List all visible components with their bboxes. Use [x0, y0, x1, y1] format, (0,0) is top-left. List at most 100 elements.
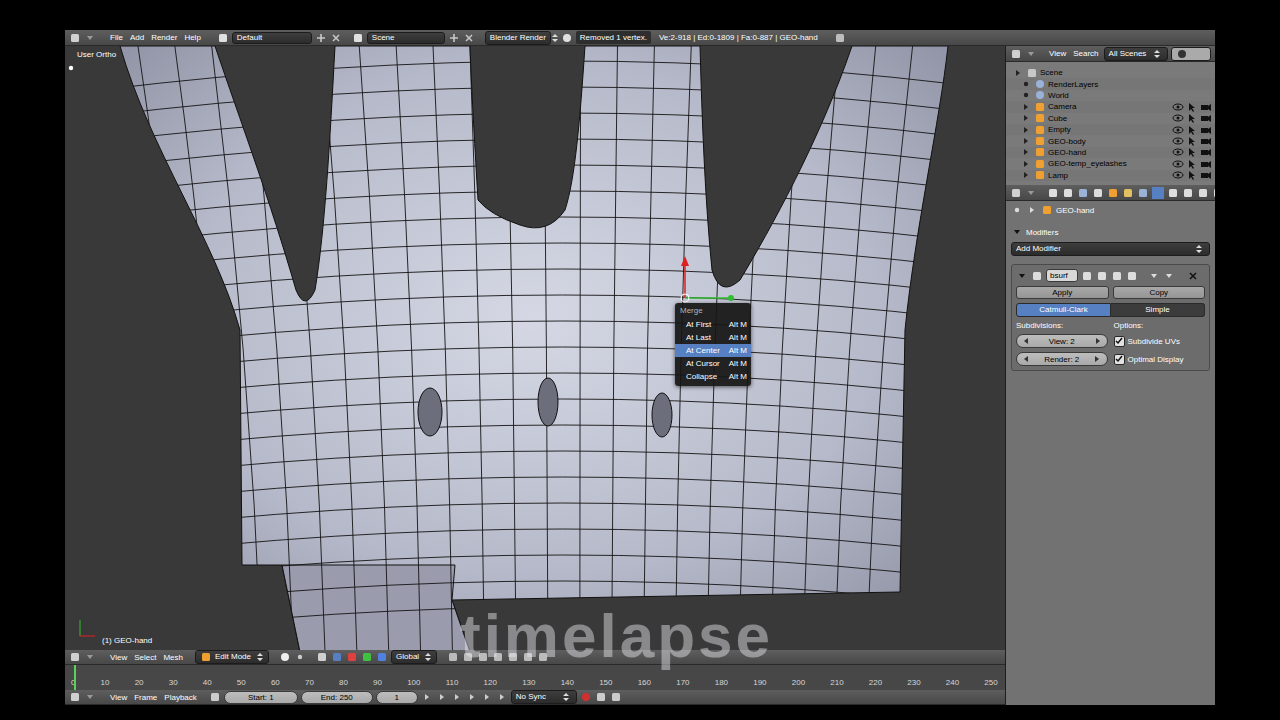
orientation-dropdown[interactable]: Global	[391, 650, 437, 664]
mesh-canvas[interactable]	[65, 46, 1005, 650]
playback-icon[interactable]	[421, 691, 433, 703]
menu-item[interactable]: CollapseAlt M	[675, 370, 751, 383]
outliner-item[interactable]: Empty	[1006, 124, 1215, 135]
subdivision-type-option[interactable]: Catmull-Clark	[1016, 303, 1111, 317]
context-tab-icon[interactable]	[1197, 187, 1209, 199]
menu-item[interactable]: At LastAlt M	[675, 331, 751, 344]
visibility-icon[interactable]	[1172, 124, 1184, 136]
current-frame-field[interactable]: 1	[376, 691, 418, 704]
visibility-icon[interactable]	[1172, 169, 1184, 181]
end-frame-field[interactable]: End: 250	[301, 691, 373, 704]
context-tab-icon[interactable]	[1047, 187, 1059, 199]
menu-item[interactable]: Help	[182, 32, 202, 43]
menu-item[interactable]: Select	[132, 652, 158, 663]
outliner-item[interactable]: GEO-temp_eyelashes	[1006, 158, 1215, 169]
context-tab-icon[interactable]	[1107, 187, 1119, 199]
modifier-toggle-icon[interactable]	[1096, 270, 1108, 282]
screen-icon[interactable]	[834, 32, 846, 44]
outliner-item[interactable]: Camera	[1006, 101, 1215, 112]
view-levels-field[interactable]: View: 2	[1016, 334, 1108, 348]
expand-icon[interactable]	[1011, 226, 1023, 238]
scene-icon[interactable]	[352, 32, 364, 44]
outliner-item[interactable]: GEO-body	[1006, 135, 1215, 146]
sync-dropdown[interactable]: No Sync	[511, 690, 577, 704]
info-icon[interactable]	[561, 32, 573, 44]
keying-icon[interactable]	[595, 691, 607, 703]
outliner-item[interactable]: World	[1006, 90, 1215, 101]
manipulator-icon[interactable]	[346, 651, 358, 663]
display-mode-dropdown[interactable]: All Scenes	[1104, 47, 1168, 61]
manipulator-icon[interactable]	[376, 651, 388, 663]
renderable-icon[interactable]	[1200, 146, 1212, 158]
menu-item[interactable]: Mesh	[161, 652, 185, 663]
close-layout-icon[interactable]	[330, 32, 342, 44]
modifier-toggle-icon[interactable]	[1081, 270, 1093, 282]
manipulator-icon[interactable]	[331, 651, 343, 663]
menu-item[interactable]: Frame	[132, 692, 159, 703]
subdivision-type-option[interactable]: Simple	[1111, 303, 1205, 317]
outliner-item[interactable]: Scene	[1006, 67, 1215, 78]
renderable-icon[interactable]	[1200, 124, 1212, 136]
collapse-icon[interactable]	[84, 651, 96, 663]
outliner-item[interactable]: Cube	[1006, 113, 1215, 124]
preview-range-icon[interactable]	[209, 691, 221, 703]
renderable-icon[interactable]	[1200, 135, 1212, 147]
outliner-item[interactable]: Lamp	[1006, 170, 1215, 181]
expand-icon[interactable]	[1020, 135, 1032, 147]
scene-field[interactable]: Scene	[367, 32, 445, 44]
playback-icon[interactable]	[466, 691, 478, 703]
playback-icon[interactable]	[436, 691, 448, 703]
checkbox[interactable]	[1114, 336, 1125, 347]
selectable-icon[interactable]	[1186, 112, 1198, 124]
renderable-icon[interactable]	[1200, 112, 1212, 124]
selectable-icon[interactable]	[1186, 124, 1198, 136]
context-tab-icon[interactable]	[1212, 187, 1215, 199]
menu-item[interactable]: View	[108, 652, 129, 663]
renderable-icon[interactable]	[1200, 101, 1212, 113]
context-tab-icon[interactable]	[1152, 187, 1164, 199]
expand-icon[interactable]	[1012, 67, 1024, 79]
menu-item[interactable]: View	[108, 692, 129, 703]
manipulator-icon[interactable]	[361, 651, 373, 663]
expand-icon[interactable]	[1020, 112, 1032, 124]
copy-button[interactable]: Copy	[1113, 286, 1206, 299]
collapse-icon[interactable]	[1025, 48, 1037, 60]
add-modifier-dropdown[interactable]: Add Modifier	[1011, 242, 1210, 256]
shading-icon[interactable]	[279, 651, 291, 663]
menu-item[interactable]: At CursorAlt M	[675, 357, 751, 370]
transform-gizmo[interactable]	[681, 256, 734, 302]
remove-icon[interactable]	[1187, 270, 1199, 282]
keyframe-icon[interactable]	[610, 691, 622, 703]
editor-type-icon[interactable]	[1010, 48, 1022, 60]
modifier-toggle-icon[interactable]	[1126, 270, 1138, 282]
editor-type-icon[interactable]	[69, 32, 81, 44]
selectable-icon[interactable]	[1186, 135, 1198, 147]
subsurf-icon[interactable]	[1031, 270, 1043, 282]
checkbox[interactable]	[1114, 354, 1125, 365]
modifier-toggle-icon[interactable]	[1111, 270, 1123, 282]
menu-item[interactable]: Add	[128, 32, 146, 43]
renderable-icon[interactable]	[1200, 158, 1212, 170]
apply-button[interactable]: Apply	[1016, 286, 1109, 299]
context-tab-icon[interactable]	[1167, 187, 1179, 199]
close-scene-icon[interactable]	[463, 32, 475, 44]
expand-icon[interactable]	[1020, 146, 1032, 158]
toolbar-icon[interactable]	[522, 651, 534, 663]
visibility-icon[interactable]	[1172, 158, 1184, 170]
option-checkbox[interactable]: Optimal Display	[1114, 354, 1206, 365]
move-down-icon[interactable]	[1163, 270, 1175, 282]
context-tab-icon[interactable]	[1062, 187, 1074, 199]
pivot-icon[interactable]	[294, 651, 306, 663]
collapse-icon[interactable]	[1025, 187, 1037, 199]
expand-icon[interactable]	[1020, 89, 1032, 101]
outliner-item[interactable]: GEO-hand	[1006, 147, 1215, 158]
toolbar-icon[interactable]	[492, 651, 504, 663]
expand-icon[interactable]	[1016, 270, 1028, 282]
selectable-icon[interactable]	[1186, 169, 1198, 181]
toolbar-icon[interactable]	[477, 651, 489, 663]
render-engine-dropdown[interactable]: Blender Render	[485, 31, 551, 45]
visibility-icon[interactable]	[1172, 101, 1184, 113]
visibility-icon[interactable]	[1172, 146, 1184, 158]
mode-dropdown[interactable]: Edit Mode	[195, 650, 269, 664]
visibility-icon[interactable]	[1172, 135, 1184, 147]
